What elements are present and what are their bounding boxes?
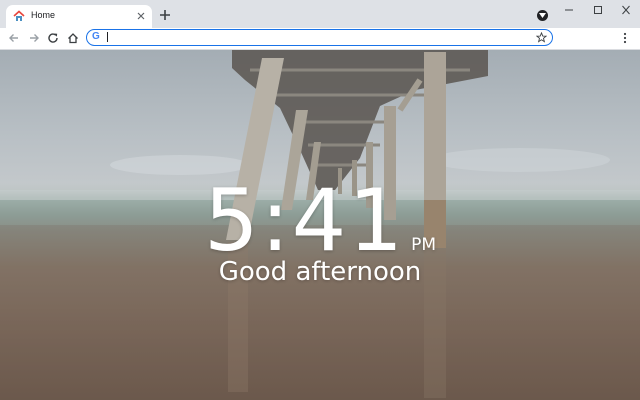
close-window-icon[interactable] bbox=[620, 5, 632, 15]
clock-ampm: PM bbox=[411, 235, 437, 255]
clock: 5:41 PM bbox=[0, 178, 640, 264]
browser-toolbar: G bbox=[0, 28, 640, 50]
greeting-text: Good afternoon bbox=[218, 257, 422, 287]
address-bar[interactable]: G bbox=[86, 29, 553, 46]
home-icon[interactable] bbox=[67, 32, 79, 44]
new-tab-button[interactable] bbox=[159, 9, 171, 21]
text-cursor bbox=[107, 32, 108, 42]
tab-home[interactable]: Home bbox=[6, 5, 152, 28]
reload-icon[interactable] bbox=[47, 32, 59, 44]
minimize-icon[interactable] bbox=[563, 5, 575, 15]
omnibox-input[interactable] bbox=[105, 31, 525, 43]
kebab-menu-icon[interactable] bbox=[622, 32, 628, 44]
arrow-left-icon[interactable] bbox=[8, 32, 20, 44]
browser-window: Home G 5:41 PM Good afternoon bbox=[0, 0, 640, 400]
maximize-icon[interactable] bbox=[592, 5, 604, 15]
close-tab-icon[interactable] bbox=[136, 11, 146, 21]
star-icon[interactable] bbox=[536, 32, 547, 43]
tab-strip: Home bbox=[0, 0, 640, 28]
profile-menu-button[interactable] bbox=[537, 10, 548, 21]
tab-title: Home bbox=[31, 10, 56, 20]
google-g-icon: G bbox=[92, 31, 100, 42]
clock-time: 5:41 bbox=[203, 171, 406, 271]
new-tab-page: 5:41 PM Good afternoon bbox=[0, 50, 640, 400]
home-icon bbox=[13, 10, 25, 21]
arrow-right-icon[interactable] bbox=[28, 32, 40, 44]
chevron-down-icon bbox=[539, 13, 546, 18]
